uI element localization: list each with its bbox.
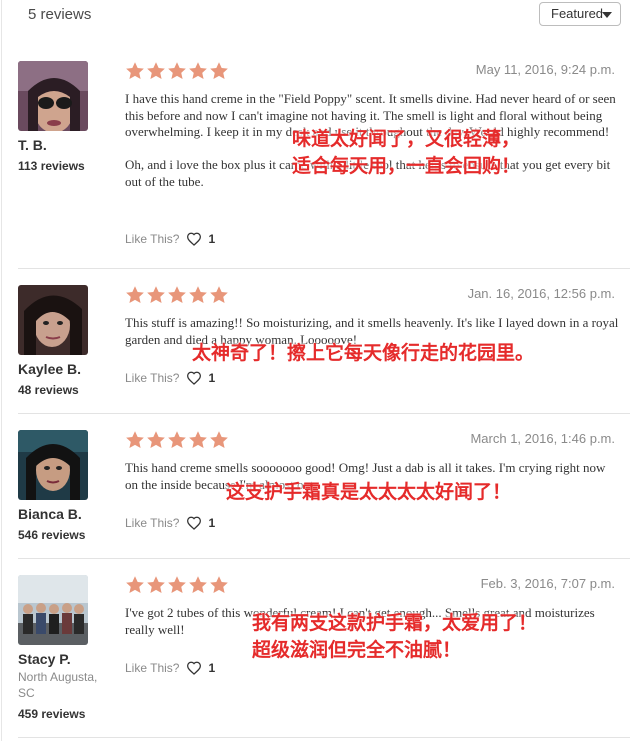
translation-annotation: 这支护手霜真是太太太太好闻了！ (226, 479, 511, 505)
star-icon (189, 286, 207, 303)
star-icon (168, 576, 186, 593)
annotation-line: 太神奇了！擦上它每天像行走的花园里。 (192, 342, 535, 364)
sort-dropdown[interactable]: Featured (539, 2, 621, 26)
star-icon (168, 62, 186, 79)
star-icon (126, 62, 144, 79)
review-date: Feb. 3, 2016, 7:07 p.m. (480, 576, 615, 591)
chevron-down-icon (602, 12, 612, 18)
star-icon (147, 286, 165, 303)
like-count: 1 (208, 516, 216, 530)
reviews-header: 5 reviews Featured (0, 0, 640, 40)
star-icon (210, 286, 228, 303)
review-count: 5 reviews (28, 6, 92, 23)
annotation-line: 超级滋润但完全不油腻！ (252, 639, 462, 661)
like-count: 1 (208, 661, 216, 675)
heart-icon[interactable] (186, 232, 202, 246)
star-icon (210, 62, 228, 79)
star-icon (210, 576, 228, 593)
reviewer-review-count[interactable]: 546 reviews (18, 528, 85, 542)
star-rating (125, 61, 229, 81)
annotation-line: 味道太好闻了，又很轻薄， (292, 128, 521, 150)
sort-selected-label: Featured (551, 6, 604, 21)
star-icon (210, 431, 228, 448)
left-border (1, 0, 2, 741)
like-label: Like This? (125, 661, 180, 675)
like-control[interactable]: Like This? 1 (125, 661, 215, 675)
annotation-line: 适合每天用，一直会回购！ (292, 155, 521, 177)
like-count: 1 (208, 232, 216, 246)
translation-annotation: 太神奇了！擦上它每天像行走的花园里。 (192, 340, 534, 366)
heart-icon[interactable] (186, 661, 202, 675)
reviewer-name[interactable]: Kaylee B. (18, 361, 81, 377)
star-icon (147, 62, 165, 79)
star-icon (189, 431, 207, 448)
like-label: Like This? (125, 232, 180, 246)
avatar[interactable] (18, 430, 88, 500)
like-label: Like This? (125, 516, 180, 530)
star-icon (168, 286, 186, 303)
star-rating (125, 285, 229, 305)
avatar[interactable] (18, 61, 88, 131)
review-date: Jan. 16, 2016, 12:56 p.m. (467, 286, 615, 301)
translation-annotation: 我有两支这款护手霜，太爱用了！ 超级滋润但完全不油腻！ (252, 610, 537, 663)
reviewer-name[interactable]: Bianca B. (18, 506, 82, 522)
reviewer-review-count[interactable]: 113 reviews (18, 159, 85, 173)
heart-icon[interactable] (186, 516, 202, 530)
reviewer-location: North Augusta, SC (18, 670, 98, 700)
like-control[interactable]: Like This? 1 (125, 516, 215, 530)
annotation-line: 这支护手霜真是太太太太好闻了！ (226, 481, 512, 503)
heart-icon[interactable] (186, 371, 202, 385)
review-divider (18, 268, 630, 269)
star-icon (189, 62, 207, 79)
avatar[interactable] (18, 575, 88, 645)
star-icon (147, 431, 165, 448)
review-date: March 1, 2016, 1:46 p.m. (470, 431, 615, 446)
star-icon (147, 576, 165, 593)
translation-annotation: 味道太好闻了，又很轻薄， 适合每天用，一直会回购！ (292, 126, 520, 179)
star-icon (126, 286, 144, 303)
review-divider (18, 413, 630, 414)
star-icon (189, 576, 207, 593)
star-rating (125, 575, 229, 595)
like-control[interactable]: Like This? 1 (125, 232, 215, 246)
annotation-line: 我有两支这款护手霜，太爱用了！ (252, 612, 538, 634)
star-rating (125, 430, 229, 450)
like-label: Like This? (125, 371, 180, 385)
avatar[interactable] (18, 285, 88, 355)
review-divider (18, 737, 630, 738)
reviewer-review-count[interactable]: 459 reviews (18, 707, 85, 721)
reviewer-name[interactable]: Stacy P. (18, 651, 71, 667)
star-icon (126, 431, 144, 448)
like-control[interactable]: Like This? 1 (125, 371, 215, 385)
review-date: May 11, 2016, 9:24 p.m. (475, 62, 615, 77)
star-icon (168, 431, 186, 448)
reviewer-review-count[interactable]: 48 reviews (18, 383, 79, 397)
review-divider (18, 558, 630, 559)
like-count: 1 (208, 371, 216, 385)
star-icon (126, 576, 144, 593)
reviewer-name[interactable]: T. B. (18, 137, 47, 153)
